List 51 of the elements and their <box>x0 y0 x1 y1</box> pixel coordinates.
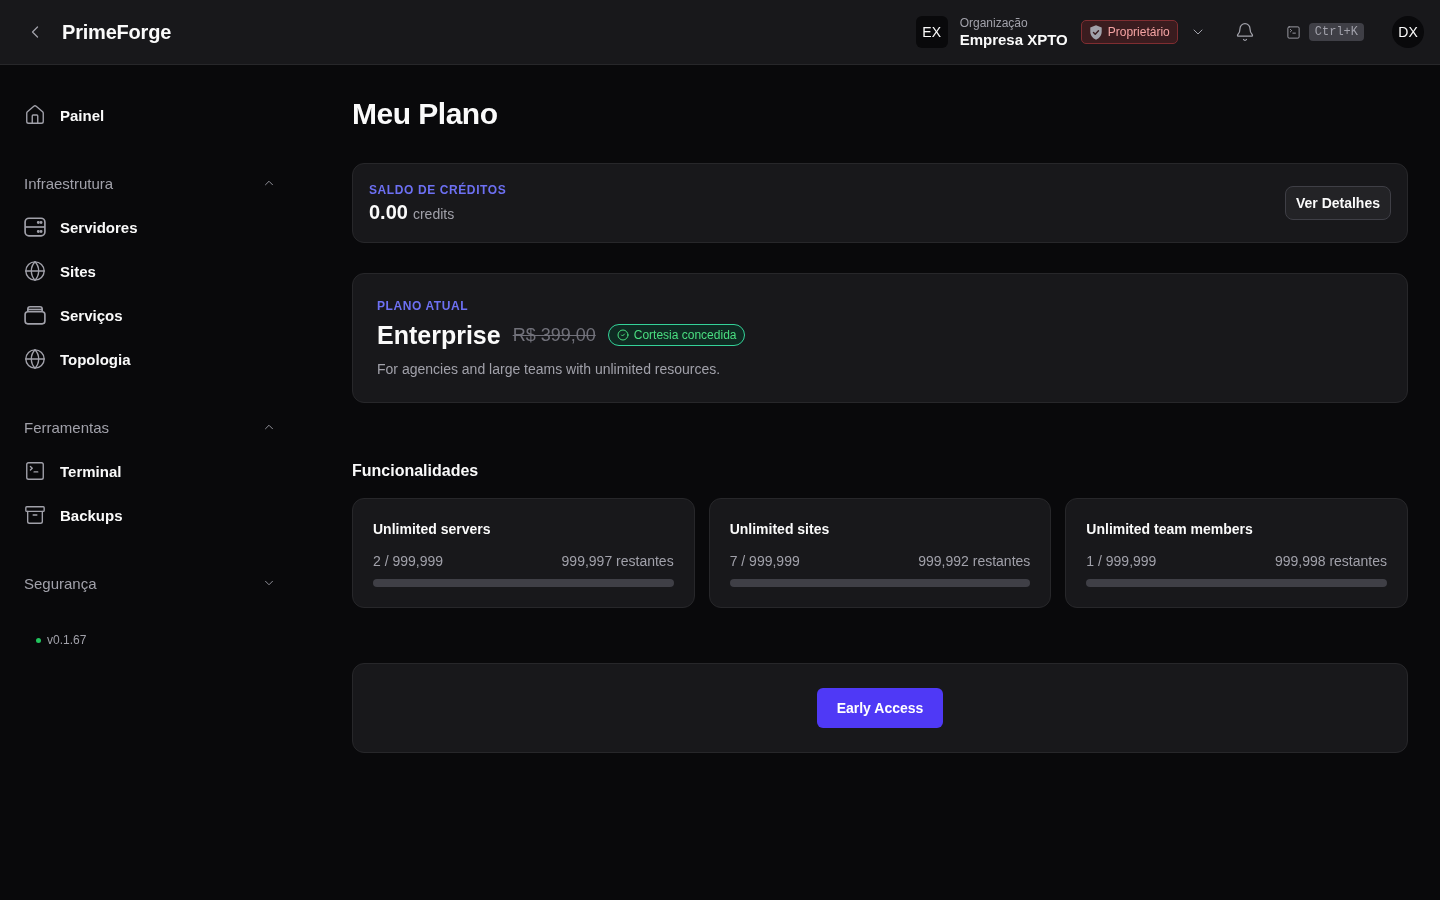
credits-label: SALDO DE CRÉDITOS <box>369 182 507 198</box>
brand-name: PrimeForge <box>62 20 172 44</box>
plan-description: For agencies and large teams with unlimited resources. <box>377 360 722 379</box>
feature-title: Unlimited sites <box>729 520 831 538</box>
credits-amount: 0.00 <box>369 201 408 224</box>
version-label: v0.1.67 <box>47 633 87 647</box>
org-name[interactable]: Empresa XPTO <box>959 31 1068 49</box>
sidebar-item[interactable]: Painel <box>24 93 113 137</box>
shield-check-icon <box>1088 24 1103 40</box>
usage-count: 7 / 999,999 <box>729 552 800 570</box>
archive-icon <box>24 504 46 526</box>
check-circle-icon <box>616 329 629 341</box>
courtesy-label: Cortesia concedida <box>633 328 737 342</box>
remaining-count: 999,992 restantes <box>918 552 1031 570</box>
sidebar-item[interactable]: Topologia <box>24 337 139 381</box>
globe-icon <box>24 260 46 282</box>
usage-count: 1 / 999,999 <box>1086 552 1157 570</box>
sidebar-item[interactable]: Serviços <box>24 293 131 337</box>
credits-unit: credits <box>412 206 455 222</box>
early-access-button[interactable]: Early Access <box>816 688 944 728</box>
sidebar-item[interactable]: Backups <box>24 493 131 537</box>
sidebar-section-header[interactable]: Infraestrutura <box>24 161 276 205</box>
features-heading: Funcionalidades <box>352 461 480 481</box>
tray-icon <box>24 305 46 325</box>
terminal-icon <box>24 460 46 482</box>
sidebar-item[interactable]: Servidores <box>24 205 146 249</box>
details-button[interactable]: Ver Detalhes <box>1284 186 1391 220</box>
feature-title: Unlimited team members <box>1086 520 1254 538</box>
plan-label: PLANO ATUAL <box>377 298 470 314</box>
usage-count: 2 / 999,999 <box>373 552 444 570</box>
plan-name: Enterprise <box>377 320 501 350</box>
org-label: Organização <box>959 15 1029 31</box>
status-dot-icon <box>36 637 41 643</box>
terminal-icon[interactable] <box>1285 24 1301 40</box>
shortcut-hint[interactable]: Ctrl+K <box>1308 23 1364 41</box>
user-avatar[interactable]: DX <box>1392 16 1424 48</box>
page-title: Meu Plano <box>352 96 499 132</box>
feature-title: Unlimited servers <box>373 520 492 538</box>
remaining-count: 999,997 restantes <box>561 552 674 570</box>
bell-icon <box>1234 22 1255 42</box>
sidebar-item[interactable]: Sites <box>24 249 104 293</box>
house-icon <box>24 104 46 126</box>
original-price: R$ 399,00 <box>512 324 596 346</box>
sidebar-section-header[interactable]: Ferramentas <box>24 405 276 449</box>
sidebar-item[interactable]: Terminal <box>24 449 130 493</box>
sidebar-section-header[interactable]: Segurança <box>24 561 276 605</box>
remaining-count: 999,998 restantes <box>1274 552 1387 570</box>
globe-icon <box>24 348 46 370</box>
org-avatar[interactable]: EX <box>915 16 948 48</box>
server-icon <box>24 216 46 238</box>
role-label: Proprietário <box>1107 25 1170 39</box>
